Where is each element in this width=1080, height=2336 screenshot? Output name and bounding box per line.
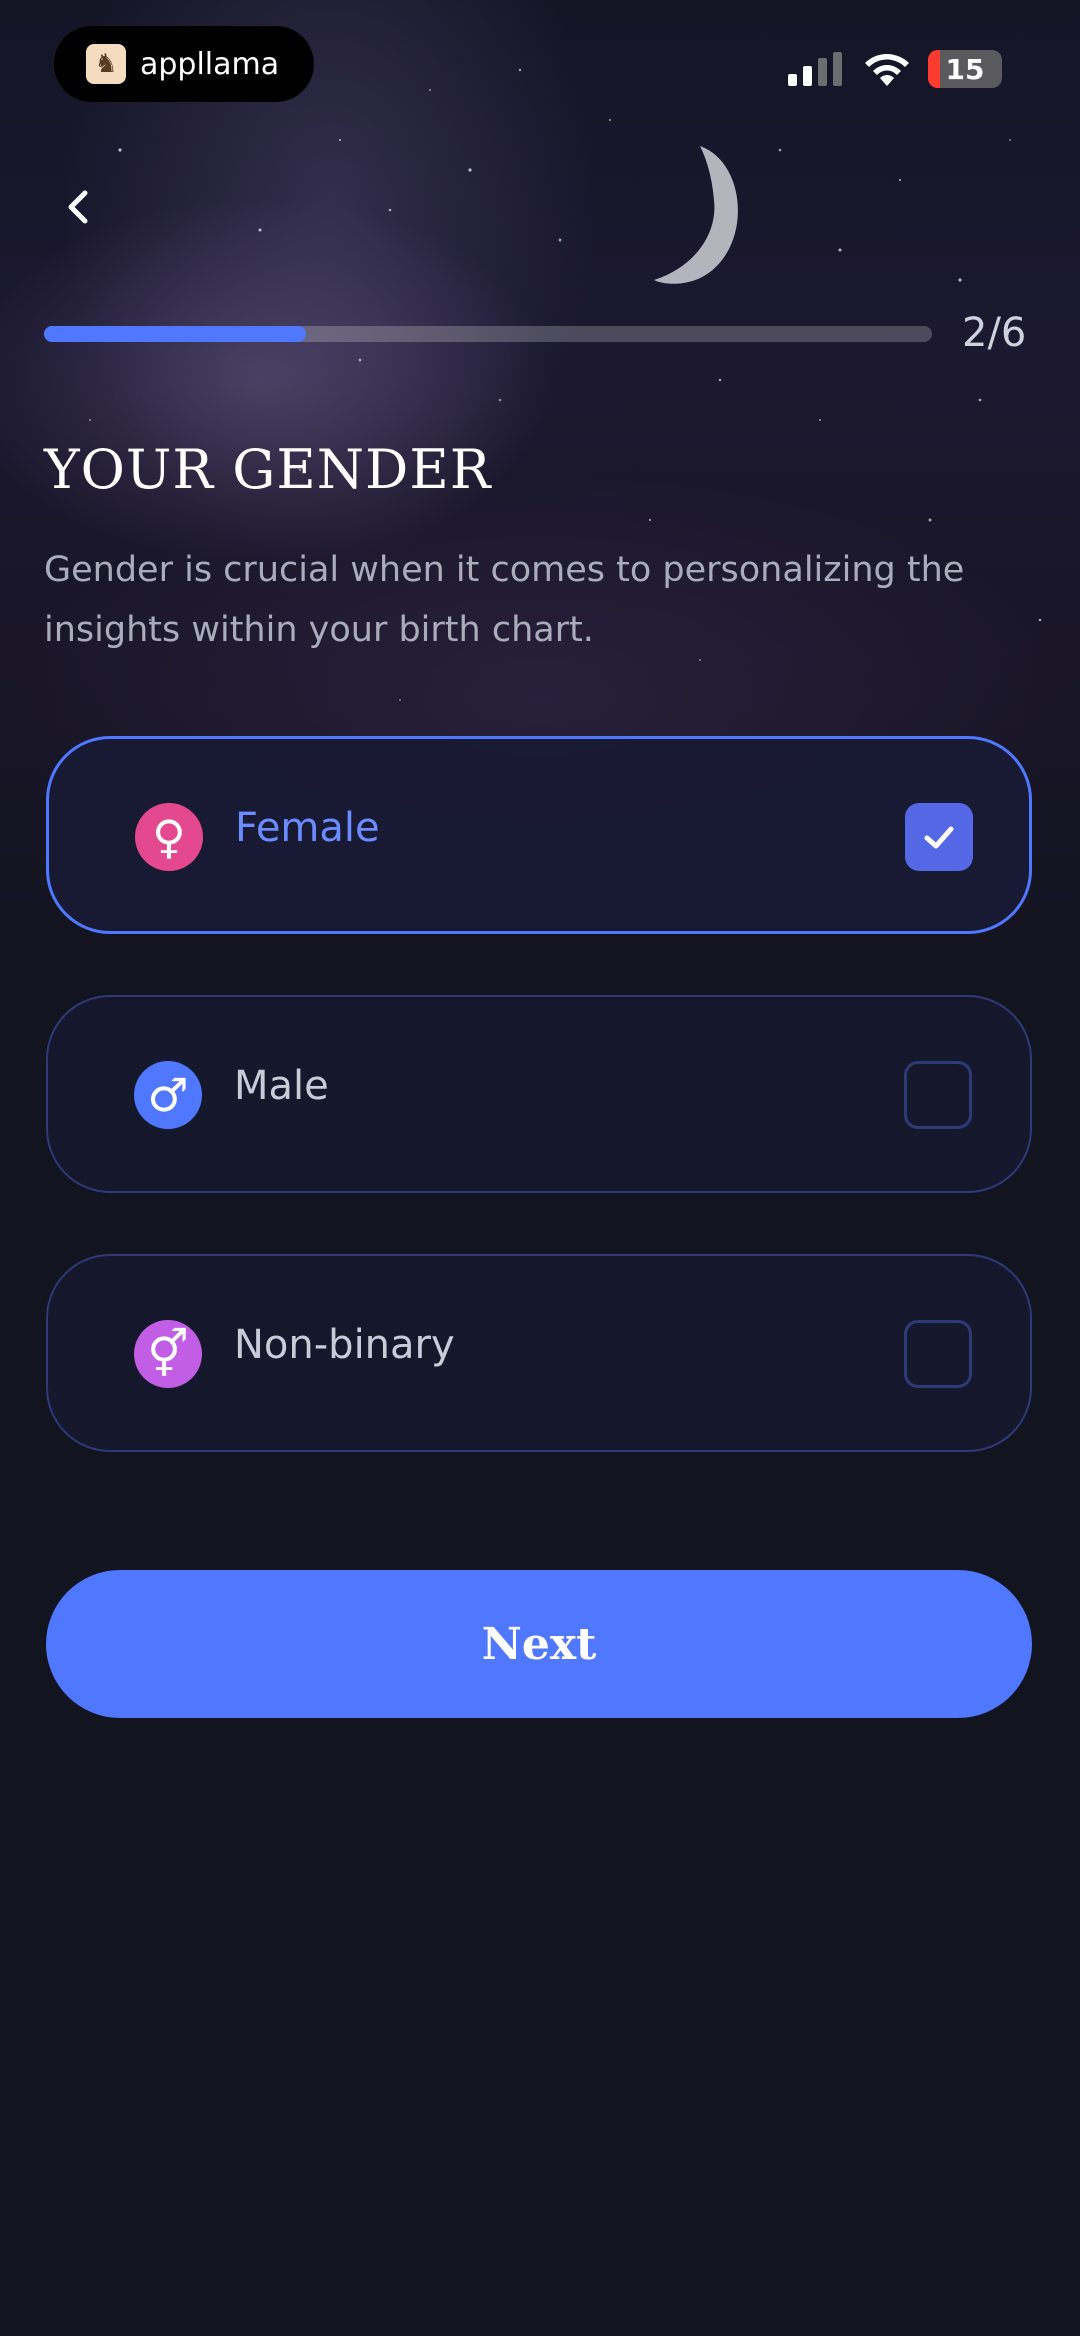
battery-level: 15: [945, 52, 985, 86]
progress-bar: [44, 326, 932, 342]
page-subtitle: Gender is crucial when it comes to perso…: [44, 550, 965, 650]
option-non-binary[interactable]: ⚥ Non-binary: [46, 1254, 1032, 1452]
back-button[interactable]: [44, 172, 114, 242]
option-checkbox[interactable]: [904, 1061, 972, 1129]
progress-step-label: 2/6: [962, 310, 1027, 356]
male-symbol-icon: ♂: [134, 1061, 202, 1129]
option-checkbox[interactable]: [904, 1320, 972, 1388]
next-button[interactable]: Next: [46, 1570, 1032, 1718]
option-label: Non-binary: [234, 1322, 455, 1368]
crescent-moon-icon: [654, 146, 738, 284]
option-label: Male: [234, 1063, 329, 1109]
progress-fill: [44, 326, 307, 342]
app-name: appllama: [140, 46, 280, 82]
wifi-icon: [865, 54, 909, 86]
non-binary-symbol-icon: ⚥: [134, 1320, 202, 1388]
status-bar: ♞ appllama 15: [0, 0, 1080, 120]
page-title: YOUR GENDER: [44, 438, 492, 501]
female-symbol-icon: ♀: [135, 803, 203, 871]
option-female[interactable]: ♀ Female: [46, 736, 1032, 934]
checkmark-icon: [924, 826, 954, 849]
llama-logo-icon: ♞: [86, 44, 126, 84]
option-male[interactable]: ♂ Male: [46, 995, 1032, 1193]
app-indicator-pill: ♞ appllama: [54, 26, 314, 102]
option-checkbox[interactable]: [905, 803, 973, 871]
chevron-left-icon: [68, 190, 88, 224]
battery-indicator: 15: [928, 50, 1002, 88]
option-label: Female: [235, 805, 380, 851]
cellular-signal-icon: [788, 52, 842, 86]
